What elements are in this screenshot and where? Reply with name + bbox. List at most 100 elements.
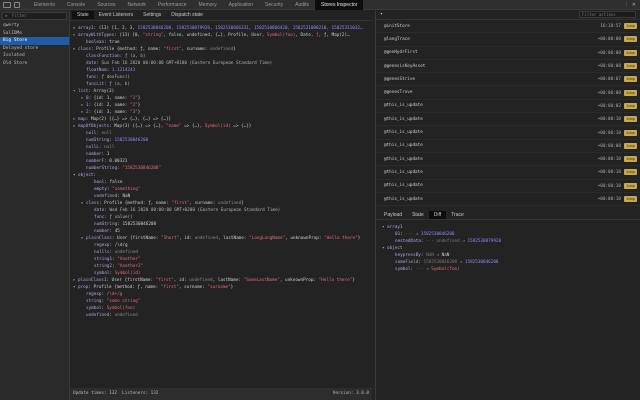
property-value: : ƒ value() <box>104 215 132 220</box>
state-tree-row[interactable]: ▸plainClass1: User {firstName: "first", … <box>70 277 372 284</box>
detail-tab-trace[interactable]: Trace <box>446 211 469 219</box>
inspect-element-icon[interactable] <box>3 2 11 8</box>
sidebar-store-item[interactable]: Big Store <box>0 37 69 45</box>
property-value: : 1582530846208 <box>117 222 156 227</box>
diff-key: array1 <box>387 225 403 230</box>
sidebar-store-item[interactable]: qwerty <box>0 22 69 30</box>
subtab-state[interactable]: State <box>72 11 94 19</box>
state-tree-row[interactable]: ▸1: {id: 2, name: "2"} <box>70 102 372 109</box>
property-value: "string" <box>143 33 164 38</box>
action-time: +00:00:00 <box>598 91 621 96</box>
state-tree-row: string: "some string" <box>70 298 372 305</box>
sidebar-store-item[interactable]: Isolated <box>0 52 69 60</box>
property-value: Symbol(foo) <box>267 33 295 38</box>
property-value: "something" <box>112 187 140 192</box>
state-tree-row[interactable]: ▸2: {id: 3, name: "3"} <box>70 109 372 116</box>
property-value: : {id: 1, name: <box>89 96 130 101</box>
detail-tab-diff[interactable]: Diff <box>429 211 446 219</box>
subtab-settings[interactable]: Settings <box>138 11 166 19</box>
diff-old-value: ··· undefined <box>426 239 462 244</box>
tab-audits[interactable]: Audits <box>289 0 315 10</box>
tab-sources[interactable]: Sources <box>91 0 121 10</box>
property-value: "2" <box>130 103 138 108</box>
action-row[interactable]: @genesStrive+00:00:07Jump <box>376 73 640 86</box>
tab-memory[interactable]: Memory <box>193 0 223 10</box>
state-tree-row[interactable]: ▸mapOfObjects: Map(3) {{…} => {…}, "name… <box>70 123 372 130</box>
more-menu-icon[interactable]: ⋮ <box>624 2 629 8</box>
jump-button[interactable]: Jump <box>624 23 637 29</box>
state-tree-row[interactable]: ▾prop: Profile {method: ƒ, name: "first"… <box>70 284 372 291</box>
tab-stores-inspector[interactable]: Stores Inspector <box>315 0 363 10</box>
state-tree-row: number: 45 <box>70 228 372 235</box>
state-tree-row[interactable]: ▾list: Array(3) <box>70 88 372 95</box>
action-row[interactable]: @this_is_update+00:00:02Jump <box>376 100 640 113</box>
property-key: plainClass1 <box>78 278 106 283</box>
action-row[interactable]: @genesisKeyAsset+00:00:00Jump <box>376 60 640 73</box>
jump-button[interactable]: Jump <box>624 36 637 42</box>
jump-button[interactable]: Jump <box>624 130 637 136</box>
state-tree-row: func: ƒ value() <box>70 214 372 221</box>
jump-button[interactable]: Jump <box>624 169 637 175</box>
state-tree-row[interactable]: ▸array1: (13) [1, 2, 3, 1582530846208, 1… <box>70 25 372 32</box>
detail-tab-state[interactable]: State <box>407 211 429 219</box>
action-name: @genHydrFirst <box>384 50 418 55</box>
jump-button[interactable]: Jump <box>624 50 637 56</box>
action-filter-input[interactable]: Filter actions <box>579 11 636 18</box>
device-toolbar-icon[interactable] <box>14 2 20 8</box>
action-time: +00:00:00 <box>598 144 621 149</box>
jump-button[interactable]: Jump <box>624 143 637 149</box>
jump-button[interactable]: Jump <box>624 63 637 69</box>
state-tree-row[interactable]: ▸class: Profile {method: ƒ, name: "first… <box>70 200 372 207</box>
diff-row[interactable]: ▾object <box>382 245 640 252</box>
tab-network[interactable]: Network <box>122 0 152 10</box>
tab-elements[interactable]: Elements <box>28 0 61 10</box>
jump-button[interactable]: Jump <box>624 156 637 162</box>
diff-key: keypressBy <box>395 253 421 258</box>
action-row[interactable]: @this_is_update+00:00:00Jump <box>376 140 640 153</box>
action-row[interactable]: @this_is_update+00:00:10Jump <box>376 153 640 166</box>
tab-application[interactable]: Application <box>223 0 259 10</box>
action-row[interactable]: @langTrace+00:00:00Jump <box>376 33 640 46</box>
sidebar-store-item[interactable]: Old Store <box>0 60 69 68</box>
state-tree-row[interactable]: ▸class: Profile {method: ƒ, name: "first… <box>70 46 372 53</box>
jump-button[interactable]: Jump <box>624 76 637 82</box>
detail-tab-payload[interactable]: Payload <box>379 211 407 219</box>
sidebar-store-item[interactable]: Delayed store <box>0 45 69 53</box>
action-row[interactable]: @initStore16:18:57Jump <box>376 20 640 33</box>
subtab-event-listeners[interactable]: Event Listeners <box>94 11 138 19</box>
state-tree-row[interactable]: ▾object: <box>70 172 372 179</box>
property-value: : /\d/g <box>110 243 128 248</box>
subtab-dispatch-state[interactable]: Dispatch state <box>166 11 208 19</box>
jump-button[interactable]: Jump <box>624 196 637 202</box>
jump-button[interactable]: Jump <box>624 90 637 96</box>
jump-button[interactable]: Jump <box>624 116 637 122</box>
property-value: } <box>231 285 234 290</box>
diff-key: someField <box>395 260 418 265</box>
action-row[interactable]: @this_is_update+00:00:10Jump <box>376 126 640 139</box>
property-value: "some string" <box>107 299 141 304</box>
state-tree-row[interactable]: ▸map: Map(2) {{…} => {…}, {…} => {…}} <box>70 116 372 123</box>
tab-performance[interactable]: Performance <box>152 0 193 10</box>
jump-button[interactable]: Jump <box>624 183 637 189</box>
collapse-toggle[interactable]: ▾ <box>380 12 383 17</box>
action-row[interactable]: @this_is_update+00:00:10Jump <box>376 193 640 206</box>
property-value: undefined <box>114 313 137 318</box>
tab-console[interactable]: Console <box>61 0 91 10</box>
sidebar-store-item[interactable]: SalIDMe <box>0 30 69 38</box>
action-row[interactable]: @this_is_update+00:00:10Jump <box>376 166 640 179</box>
close-icon[interactable]: ✕ <box>632 2 636 8</box>
action-row[interactable]: @this_is_update+00:00:10Jump <box>376 180 640 193</box>
jump-button[interactable]: Jump <box>624 103 637 109</box>
tab-security[interactable]: Security <box>259 0 289 10</box>
action-row[interactable]: @this_is_update+00:00:10Jump <box>376 113 640 126</box>
property-key: numString <box>94 222 117 227</box>
action-row[interactable]: @genHydrFirst+00:00:00Jump <box>376 47 640 60</box>
action-row[interactable]: @genesTrove+00:00:00Jump <box>376 86 640 99</box>
diff-row[interactable]: ▾array1 <box>382 224 640 231</box>
state-tree-row[interactable]: ▸arrayWithTypes: (13) [0, "string", fals… <box>70 32 372 39</box>
property-value: : User {firstName: <box>106 278 155 283</box>
state-tree-row[interactable]: ▸plainClass: User {firstName: "Short", i… <box>70 235 372 242</box>
state-tree-row[interactable]: ▸0: {id: 1, name: "1"} <box>70 95 372 102</box>
store-filter-input[interactable]: ⊗Filter <box>2 12 67 20</box>
property-key: bool <box>94 180 104 185</box>
